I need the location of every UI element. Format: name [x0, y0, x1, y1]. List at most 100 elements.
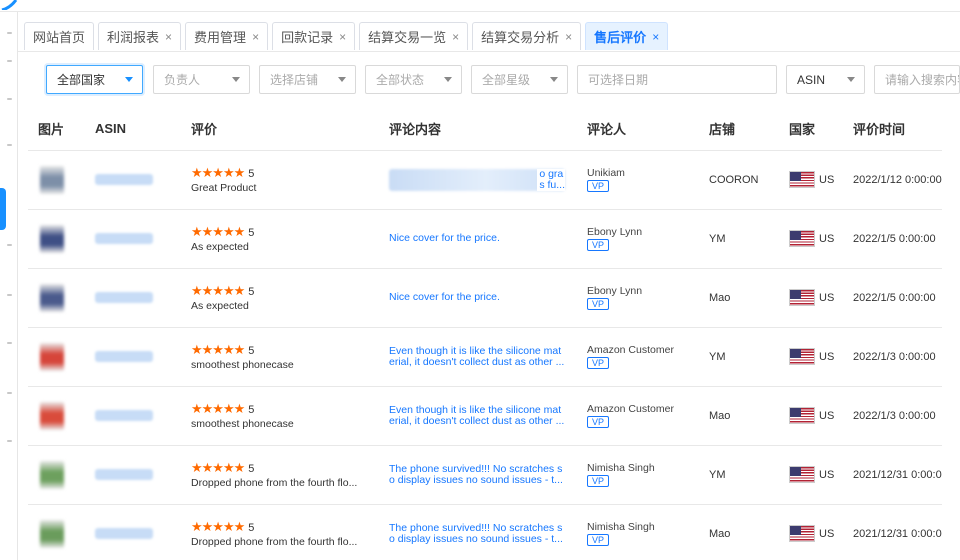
sidebar-item[interactable]	[7, 440, 12, 442]
cell-rating: ★★★★★ 5 Great Product	[181, 150, 379, 210]
country-info: US	[789, 230, 843, 247]
tab-3[interactable]: 回款记录 ×	[272, 22, 356, 50]
close-icon[interactable]: ×	[652, 30, 659, 44]
cell-image	[28, 504, 85, 560]
search-type-select[interactable]: ASIN	[786, 65, 865, 94]
cell-image	[28, 386, 85, 446]
star-icons: ★★★★★	[191, 164, 245, 180]
cell-asin	[85, 209, 181, 269]
cell-rating: ★★★★★ 5 Dropped phone from the fourth flo.…	[181, 504, 379, 560]
product-thumbnail[interactable]	[40, 519, 64, 548]
status-select[interactable]: 全部状态	[365, 65, 462, 94]
cell-country: US	[779, 268, 843, 328]
asin-link[interactable]	[95, 174, 153, 185]
asin-link[interactable]	[95, 351, 153, 362]
star-icons: ★★★★★	[191, 341, 245, 357]
product-thumbnail[interactable]	[40, 401, 64, 430]
product-thumbnail[interactable]	[40, 165, 64, 194]
column-header: 图片	[28, 108, 85, 151]
rating-stars: ★★★★★ 5	[191, 460, 379, 476]
review-content-link[interactable]: Even though it is like the silicone mate…	[389, 346, 565, 368]
close-icon[interactable]: ×	[165, 30, 172, 44]
review-content-link[interactable]: Nice cover for the price.	[389, 233, 565, 244]
asin-link[interactable]	[95, 233, 153, 244]
cell-image	[28, 150, 85, 210]
owner-select[interactable]: 负责人	[153, 65, 250, 94]
cell-image	[28, 327, 85, 387]
cell-country: US	[779, 386, 843, 446]
status-select-placeholder: 全部状态	[376, 73, 425, 87]
review-title: smoothest phonecase	[191, 358, 294, 371]
rating-stars: ★★★★★ 5	[191, 519, 379, 535]
tab-4[interactable]: 结算交易一览 ×	[359, 22, 469, 50]
cell-review-time: 2021/12/31 0:00:00	[843, 445, 942, 505]
tab-5[interactable]: 结算交易分析 ×	[472, 22, 582, 50]
cell-country: US	[779, 504, 843, 560]
close-icon[interactable]: ×	[452, 30, 459, 44]
close-icon[interactable]: ×	[339, 30, 346, 44]
country-code: US	[819, 409, 835, 422]
country-code: US	[819, 468, 835, 481]
date-picker[interactable]: 可选择日期	[577, 65, 777, 94]
asin-link[interactable]	[95, 528, 153, 539]
tab-0[interactable]: 网站首页	[24, 22, 95, 50]
country-code: US	[819, 173, 835, 186]
reviewer-name: Amazon Customer	[587, 344, 674, 356]
product-thumbnail[interactable]	[40, 224, 64, 253]
country-info: US	[789, 171, 843, 188]
product-thumbnail[interactable]	[40, 342, 64, 371]
asin-link[interactable]	[95, 292, 153, 303]
rating-score: 5	[248, 226, 255, 239]
review-content-link[interactable]: Nice cover for the price.	[389, 292, 565, 303]
country-code: US	[819, 291, 835, 304]
sidebar-item-active[interactable]	[0, 188, 6, 230]
country-select[interactable]: 全部国家	[46, 65, 143, 94]
cell-country: US	[779, 209, 843, 269]
sidebar-item[interactable]	[7, 342, 12, 344]
rating-stars: ★★★★★ 5	[191, 401, 379, 417]
sidebar-item[interactable]	[7, 294, 12, 296]
review-content-link[interactable]: The phone survived!!! No scratches so di…	[389, 523, 565, 545]
cell-content: Nice cover for the price.	[379, 209, 577, 269]
product-thumbnail[interactable]	[40, 283, 64, 312]
review-content-link[interactable]: o gra s fu...	[389, 168, 565, 191]
country-info: US	[789, 407, 843, 424]
sidebar-item[interactable]	[7, 244, 12, 246]
cell-asin	[85, 268, 181, 328]
tab-1[interactable]: 利润报表 ×	[98, 22, 182, 50]
product-thumbnail[interactable]	[40, 460, 64, 489]
asin-link[interactable]	[95, 410, 153, 421]
review-title: As expected	[191, 240, 249, 253]
review-title: Dropped phone from the fourth flo...	[191, 476, 358, 489]
store-select[interactable]: 选择店铺	[259, 65, 356, 94]
sidebar-item[interactable]	[7, 98, 12, 100]
search-input[interactable]: 请输入搜索内容	[874, 65, 960, 94]
table-row: ★★★★★ 5 As expected Nice cover for the pric…	[28, 268, 942, 328]
sidebar-item[interactable]	[7, 144, 12, 146]
cell-reviewer: Amazon Customer VP	[577, 386, 699, 446]
reviewer-name: Nimisha Singh	[587, 462, 655, 474]
us-flag-icon	[789, 171, 815, 188]
review-content-link[interactable]: Even though it is like the silicone mate…	[389, 405, 565, 427]
country-code: US	[819, 527, 835, 540]
close-icon[interactable]: ×	[565, 30, 572, 44]
column-header: 评价时间	[843, 108, 942, 151]
cell-rating: ★★★★★ 5 As expected	[181, 268, 379, 328]
cell-review-time: 2021/12/31 0:00:00	[843, 504, 942, 560]
sidebar-item[interactable]	[7, 60, 12, 62]
cell-asin	[85, 504, 181, 560]
country-info: US	[789, 525, 843, 542]
close-icon[interactable]: ×	[252, 30, 259, 44]
review-content-link[interactable]: The phone survived!!! No scratches so di…	[389, 464, 565, 486]
cell-reviewer: Ebony Lynn VP	[577, 268, 699, 328]
cell-image	[28, 209, 85, 269]
us-flag-icon	[789, 348, 815, 365]
cell-review-time: 2022/1/12 0:00:00	[843, 150, 942, 210]
us-flag-icon	[789, 407, 815, 424]
tab-6[interactable]: 售后评价 ×	[585, 22, 669, 50]
sidebar-item[interactable]	[7, 392, 12, 394]
rating-select[interactable]: 全部星级	[471, 65, 568, 94]
sidebar-item[interactable]	[7, 32, 12, 34]
asin-link[interactable]	[95, 469, 153, 480]
tab-2[interactable]: 费用管理 ×	[185, 22, 269, 50]
